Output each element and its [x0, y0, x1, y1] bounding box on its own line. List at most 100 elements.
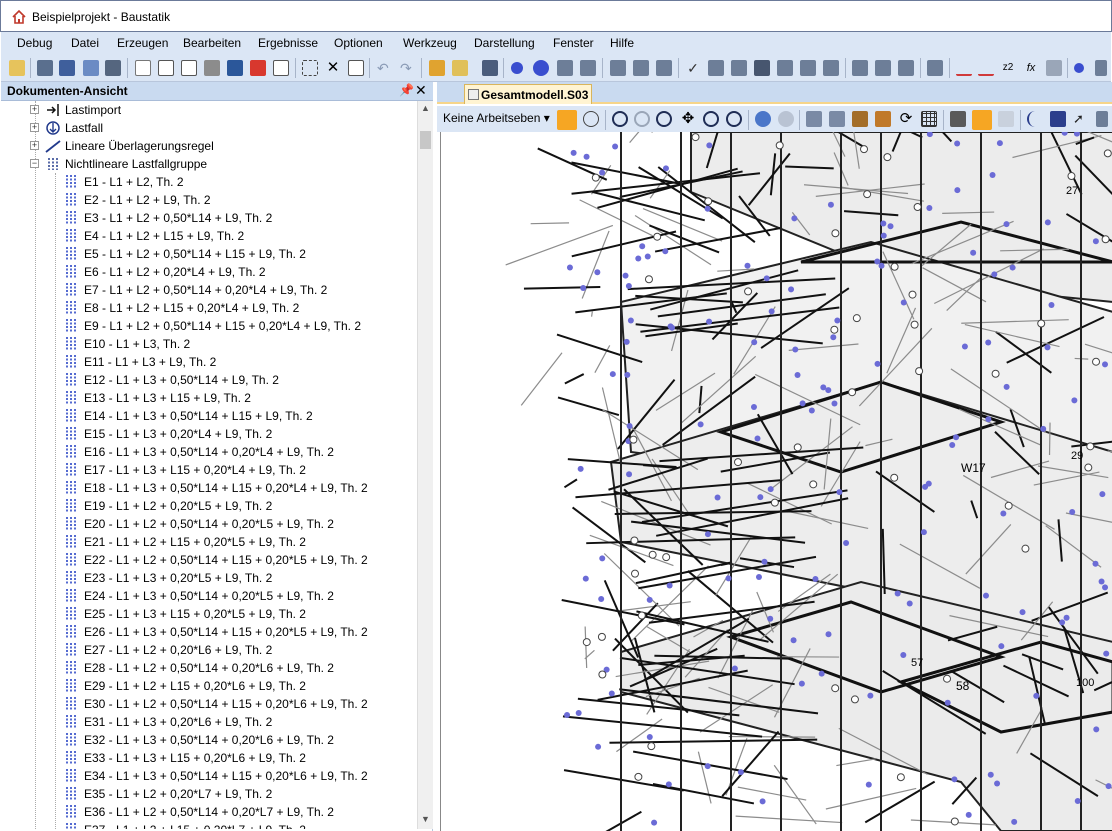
support-node[interactable]	[629, 435, 638, 444]
support-node[interactable]	[597, 632, 606, 641]
view-iso-icon[interactable]	[829, 111, 845, 127]
node-point[interactable]	[961, 343, 968, 350]
support-node[interactable]	[1103, 149, 1112, 158]
support-node[interactable]	[1021, 544, 1030, 553]
tree-node-combination[interactable]: E5 - L1 + L2 + 0,50*L14 + L15 + L9, Th. …	[1, 245, 417, 263]
zoom-all-icon[interactable]	[703, 111, 719, 127]
node-point[interactable]	[965, 811, 972, 818]
support-node[interactable]	[591, 173, 600, 182]
support-node[interactable]	[848, 388, 857, 397]
results-icon[interactable]	[927, 60, 943, 76]
node-point[interactable]	[646, 733, 653, 740]
node-point[interactable]	[566, 264, 573, 271]
load-case-toolbar-icon[interactable]	[852, 60, 868, 76]
tree-node-combination[interactable]: E9 - L1 + L2 + 0,50*L14 + L15 + 0,20*L4 …	[1, 317, 417, 335]
back-arrow-icon[interactable]	[755, 111, 771, 127]
expander[interactable]: +	[30, 123, 39, 132]
node-point[interactable]	[662, 248, 669, 255]
node-point[interactable]	[970, 249, 977, 256]
zoom-previous-icon[interactable]	[726, 111, 742, 127]
grid-icon[interactable]	[921, 111, 937, 127]
zoom-out-icon[interactable]	[634, 111, 650, 127]
cursor-more-icon[interactable]: ➚	[1073, 111, 1089, 127]
node-point[interactable]	[951, 776, 958, 783]
check-icon[interactable]: ✓	[685, 60, 701, 76]
print-preview-icon[interactable]	[158, 60, 174, 76]
node-point[interactable]	[594, 269, 601, 276]
hinge-icon[interactable]	[633, 60, 649, 76]
node-point[interactable]	[1092, 560, 1099, 567]
node-point[interactable]	[1048, 302, 1055, 309]
node-point[interactable]	[1000, 510, 1007, 517]
node-point[interactable]	[987, 771, 994, 778]
tree-node-combination[interactable]: E31 - L1 + L3 + 0,20*L6 + L9, Th. 2	[1, 713, 417, 731]
menu-erzeugen[interactable]: Erzeugen	[117, 36, 168, 50]
node-point[interactable]	[880, 220, 887, 227]
tree-node-combination[interactable]: E35 - L1 + L2 + 0,20*L7 + L9, Th. 2	[1, 785, 417, 803]
node-point[interactable]	[1044, 344, 1051, 351]
work-plane-dropdown[interactable]: Keine Arbeitseben ▾	[443, 111, 550, 125]
node-point[interactable]	[644, 253, 651, 260]
node-point[interactable]	[570, 149, 577, 156]
node-point[interactable]	[985, 416, 992, 423]
node-point[interactable]	[1003, 221, 1010, 228]
node-point[interactable]	[920, 529, 927, 536]
support-node[interactable]	[744, 287, 753, 296]
tree-node-combination[interactable]: E22 - L1 + L2 + 0,50*L14 + L15 + 0,20*L5…	[1, 551, 417, 569]
node-point[interactable]	[1105, 783, 1112, 790]
node-point[interactable]	[639, 243, 646, 250]
node-point[interactable]	[812, 576, 819, 583]
node-point[interactable]	[1044, 219, 1051, 226]
node-point[interactable]	[750, 404, 757, 411]
support-node[interactable]	[691, 133, 700, 142]
scroll-down-icon[interactable]: ▼	[421, 814, 430, 824]
tree-node-lastfall[interactable]: + Lastfall	[1, 119, 417, 137]
tree-scrollbar[interactable]: ▲ ▼	[417, 101, 433, 829]
disabled-tool-icon[interactable]	[1046, 60, 1062, 76]
support-node[interactable]	[634, 772, 643, 781]
support-node[interactable]	[830, 325, 839, 334]
support-node[interactable]	[943, 674, 952, 683]
node-point[interactable]	[788, 286, 795, 293]
node-point[interactable]	[1099, 491, 1106, 498]
node-point[interactable]	[818, 670, 825, 677]
node-point[interactable]	[794, 371, 801, 378]
undo-icon[interactable]: ↶	[377, 60, 393, 76]
tree-node-combination[interactable]: E26 - L1 + L3 + 0,50*L14 + L15 + 0,20*L5…	[1, 623, 417, 641]
tree-node-combination[interactable]: E20 - L1 + L2 + 0,50*L14 + 0,20*L5 + L9,…	[1, 515, 417, 533]
support-node[interactable]	[637, 611, 646, 620]
tree-node-lastimport[interactable]: + Lastimport	[1, 101, 417, 119]
edit-member-icon[interactable]	[580, 60, 596, 76]
node-point[interactable]	[706, 142, 713, 149]
node-point[interactable]	[626, 471, 633, 478]
tree-node-combination[interactable]: E30 - L1 + L2 + 0,50*L14 + L15 + 0,20*L6…	[1, 695, 417, 713]
node-point[interactable]	[623, 338, 630, 345]
node-point[interactable]	[704, 205, 711, 212]
support-node[interactable]	[1092, 357, 1101, 366]
copy-icon[interactable]	[348, 60, 364, 76]
support-node[interactable]	[647, 742, 656, 751]
node-point[interactable]	[651, 819, 658, 826]
node-point[interactable]	[825, 631, 832, 638]
snap-toggle-icon[interactable]	[972, 110, 992, 130]
structure-model-drawing[interactable]: W17 58 29 27 57 100	[441, 132, 1112, 831]
node-point[interactable]	[820, 384, 827, 391]
support-node[interactable]	[733, 458, 742, 467]
preview-icon[interactable]	[181, 60, 197, 76]
support-node[interactable]	[831, 229, 840, 238]
select-cursor-icon[interactable]	[557, 110, 577, 130]
support-node[interactable]	[1004, 501, 1013, 510]
node-point[interactable]	[985, 339, 992, 346]
node-point[interactable]	[954, 140, 961, 147]
node-point[interactable]	[874, 360, 881, 367]
node-add-icon[interactable]	[533, 60, 549, 76]
node-point[interactable]	[865, 781, 872, 788]
hatch-icon[interactable]	[1050, 111, 1066, 127]
node-point[interactable]	[1102, 361, 1109, 368]
node-point[interactable]	[1074, 797, 1081, 804]
tree-node-combination[interactable]: E36 - L1 + L2 + 0,50*L14 + 0,20*L7 + L9,…	[1, 803, 417, 821]
support-node[interactable]	[1084, 463, 1093, 472]
support-node[interactable]	[831, 684, 840, 693]
tree-node-combination[interactable]: E28 - L1 + L2 + 0,50*L14 + 0,20*L6 + L9,…	[1, 659, 417, 677]
node-point[interactable]	[635, 255, 642, 262]
